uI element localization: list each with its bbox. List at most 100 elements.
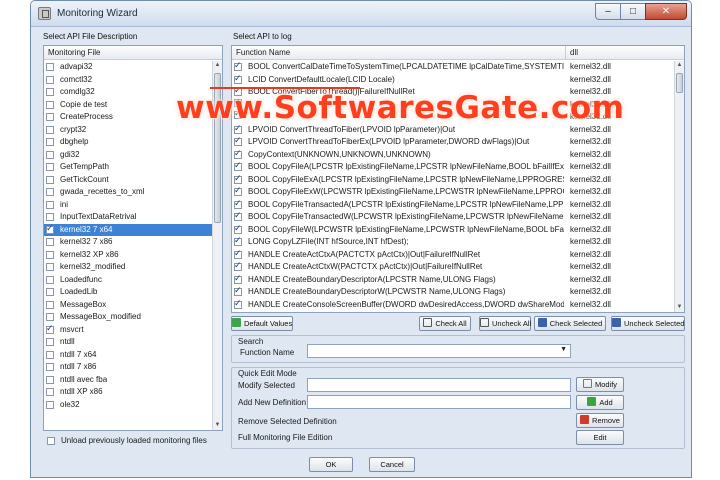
monitoring-file-checkbox[interactable] xyxy=(46,338,54,347)
monitoring-file-checkbox[interactable] xyxy=(46,113,54,122)
api-row[interactable]: LPVOID ConvertThreadToFiberEx(LPVOID lpP… xyxy=(232,136,674,149)
check-selected-button[interactable]: Check Selected xyxy=(534,316,606,331)
add-definition-field[interactable] xyxy=(307,395,571,409)
api-row[interactable]: BOOL CopyFileTransactedW(LPCWSTR lpExist… xyxy=(232,211,674,224)
api-row[interactable]: LCID ConvertDefaultLocale(LCID Locale) ke… xyxy=(232,74,674,87)
monitoring-file-checkbox[interactable] xyxy=(46,88,54,97)
monitoring-file-item[interactable]: ntdll XP x86 xyxy=(44,386,212,399)
uncheck-selected-button[interactable]: Uncheck Selected xyxy=(611,316,685,331)
scroll-up-icon[interactable]: ▲ xyxy=(213,61,222,70)
monitoring-file-checkbox[interactable] xyxy=(46,223,54,235)
monitoring-file-checkbox[interactable] xyxy=(46,263,54,272)
monitoring-file-item[interactable]: kernel32 7 x64 xyxy=(44,223,212,236)
api-row-checkbox[interactable] xyxy=(234,161,242,173)
monitoring-file-item[interactable]: gdi32 xyxy=(44,149,212,162)
monitoring-file-item[interactable]: ntdll 7 x64 xyxy=(44,349,212,362)
monitoring-file-checkbox[interactable] xyxy=(46,313,54,322)
monitoring-file-checkbox[interactable] xyxy=(46,250,54,259)
api-row-checkbox[interactable] xyxy=(234,199,242,210)
unload-option[interactable]: Unload previously loaded monitoring file… xyxy=(47,436,207,445)
monitoring-file-checkbox[interactable] xyxy=(46,150,54,159)
remove-button[interactable]: Remove xyxy=(576,413,624,428)
modify-button[interactable]: Modify xyxy=(576,377,624,392)
api-row[interactable]: BOOL CopyFileExW(LPCWSTR lpExistingFileN… xyxy=(232,186,674,199)
edit-button[interactable]: Edit xyxy=(576,430,624,445)
api-row[interactable]: HANDLE CreateConsoleScreenBuffer(DWORD d… xyxy=(232,299,674,312)
monitoring-file-item[interactable]: LoadedLib xyxy=(44,286,212,299)
monitoring-file-item[interactable]: MessageBox xyxy=(44,299,212,312)
api-row-checkbox[interactable] xyxy=(234,286,242,298)
api-row-checkbox[interactable] xyxy=(234,299,242,310)
monitoring-file-checkbox[interactable] xyxy=(46,138,54,147)
scroll-down-icon[interactable]: ▼ xyxy=(675,303,684,312)
monitoring-file-checkbox[interactable] xyxy=(46,125,54,134)
api-row[interactable]: HANDLE CreateActCtxA(PACTCTX pActCtx)|Ou… xyxy=(232,249,674,262)
monitoring-file-item[interactable]: ole32 xyxy=(44,399,212,412)
uncheck-all-button[interactable]: Uncheck All xyxy=(479,316,531,331)
default-values-button[interactable]: Default Values xyxy=(231,316,293,331)
api-row[interactable]: BOOL CopyFileA(LPCSTR lpExistingFileName… xyxy=(232,161,674,174)
monitoring-file-item[interactable]: kernel32 7 x86 xyxy=(44,236,212,249)
monitoring-file-item[interactable]: InputTextDataRetrival xyxy=(44,211,212,224)
title-bar[interactable]: Monitoring Wizard – □ ✕ xyxy=(31,1,691,27)
column-dll[interactable]: dll xyxy=(566,46,578,60)
monitoring-file-checkbox[interactable] xyxy=(46,175,54,184)
monitoring-file-checkbox[interactable] xyxy=(46,213,54,222)
api-row[interactable]: HANDLE CreateBoundaryDescriptorW(LPCWSTR… xyxy=(232,286,674,299)
api-row-checkbox[interactable] xyxy=(234,274,242,285)
monitoring-file-checkbox[interactable] xyxy=(46,388,54,397)
api-row[interactable]: CopyContext(UNKNOWN,UNKNOWN,UNKNOWN) kern… xyxy=(232,149,674,162)
api-row-checkbox[interactable] xyxy=(234,61,242,73)
monitoring-file-item[interactable]: kernel32 XP x86 xyxy=(44,249,212,262)
monitoring-file-item[interactable]: GetTickCount xyxy=(44,174,212,187)
api-row-checkbox[interactable] xyxy=(234,74,242,85)
api-row-checkbox[interactable] xyxy=(234,224,242,235)
api-row-checkbox[interactable] xyxy=(234,174,242,185)
api-row-checkbox[interactable] xyxy=(234,236,242,248)
column-function-name[interactable]: Function Name xyxy=(232,46,566,60)
check-all-button[interactable]: Check All xyxy=(419,316,471,331)
api-row-checkbox[interactable] xyxy=(234,261,242,273)
api-row-checkbox[interactable] xyxy=(234,249,242,260)
api-row-checkbox[interactable] xyxy=(234,136,242,148)
api-row-checkbox[interactable] xyxy=(234,186,242,198)
monitoring-file-checkbox[interactable] xyxy=(46,300,54,309)
monitoring-file-checkbox[interactable] xyxy=(46,400,54,409)
function-name-combobox[interactable]: ▼ xyxy=(307,344,571,358)
monitoring-file-checkbox[interactable] xyxy=(46,350,54,359)
monitoring-file-item[interactable]: gwada_recettes_to_xml xyxy=(44,186,212,199)
api-row[interactable]: HANDLE CreateActCtxW(PACTCTX pActCtx)|Ou… xyxy=(232,261,674,274)
chevron-down-icon[interactable]: ▼ xyxy=(560,346,567,353)
add-button[interactable]: Add xyxy=(576,395,624,410)
monitoring-file-checkbox[interactable] xyxy=(46,188,54,197)
api-row[interactable]: LONG CopyLZFile(INT hfSource,INT hfDest)… xyxy=(232,236,674,249)
monitoring-file-item[interactable]: dbghelp xyxy=(44,136,212,149)
api-row[interactable]: HANDLE CreateBoundaryDescriptorA(LPCSTR … xyxy=(232,274,674,287)
scroll-down-icon[interactable]: ▼ xyxy=(213,421,222,430)
api-row-checkbox[interactable] xyxy=(234,124,242,135)
monitoring-file-item[interactable]: advapi32 xyxy=(44,61,212,74)
ok-button[interactable]: OK xyxy=(309,457,353,472)
monitoring-file-checkbox[interactable] xyxy=(46,63,54,72)
api-row[interactable]: BOOL ConvertCalDateTimeToSystemTime(LPCA… xyxy=(232,61,674,74)
monitoring-file-item[interactable]: comctl32 xyxy=(44,74,212,87)
scroll-up-icon[interactable]: ▲ xyxy=(675,61,684,70)
monitoring-file-item[interactable]: ntdll xyxy=(44,336,212,349)
monitoring-file-item[interactable]: msvcrt xyxy=(44,323,212,337)
monitoring-file-item[interactable]: ini xyxy=(44,199,212,212)
api-row[interactable]: BOOL CopyFileTransactedA(LPCSTR lpExisti… xyxy=(232,199,674,212)
monitoring-file-checkbox[interactable] xyxy=(46,323,54,335)
monitoring-file-checkbox[interactable] xyxy=(46,275,54,284)
api-row[interactable]: BOOL CopyFileW(LPCWSTR lpExistingFileNam… xyxy=(232,224,674,237)
monitoring-file-item[interactable]: kernel32_modified xyxy=(44,261,212,274)
right-scrollbar[interactable]: ▲ ▼ xyxy=(674,61,684,312)
api-row[interactable]: BOOL CopyFileExA(LPCSTR lpExistingFileNa… xyxy=(232,174,674,187)
monitoring-file-checkbox[interactable] xyxy=(46,375,54,384)
monitoring-file-item[interactable]: Loadedfunc xyxy=(44,274,212,287)
monitoring-file-checkbox[interactable] xyxy=(46,75,54,84)
monitoring-file-checkbox[interactable] xyxy=(46,363,54,372)
monitoring-file-item[interactable]: ntdll avec fba xyxy=(44,374,212,387)
monitoring-file-checkbox[interactable] xyxy=(46,100,54,109)
modify-selected-field[interactable] xyxy=(307,378,571,392)
monitoring-file-checkbox[interactable] xyxy=(46,200,54,209)
